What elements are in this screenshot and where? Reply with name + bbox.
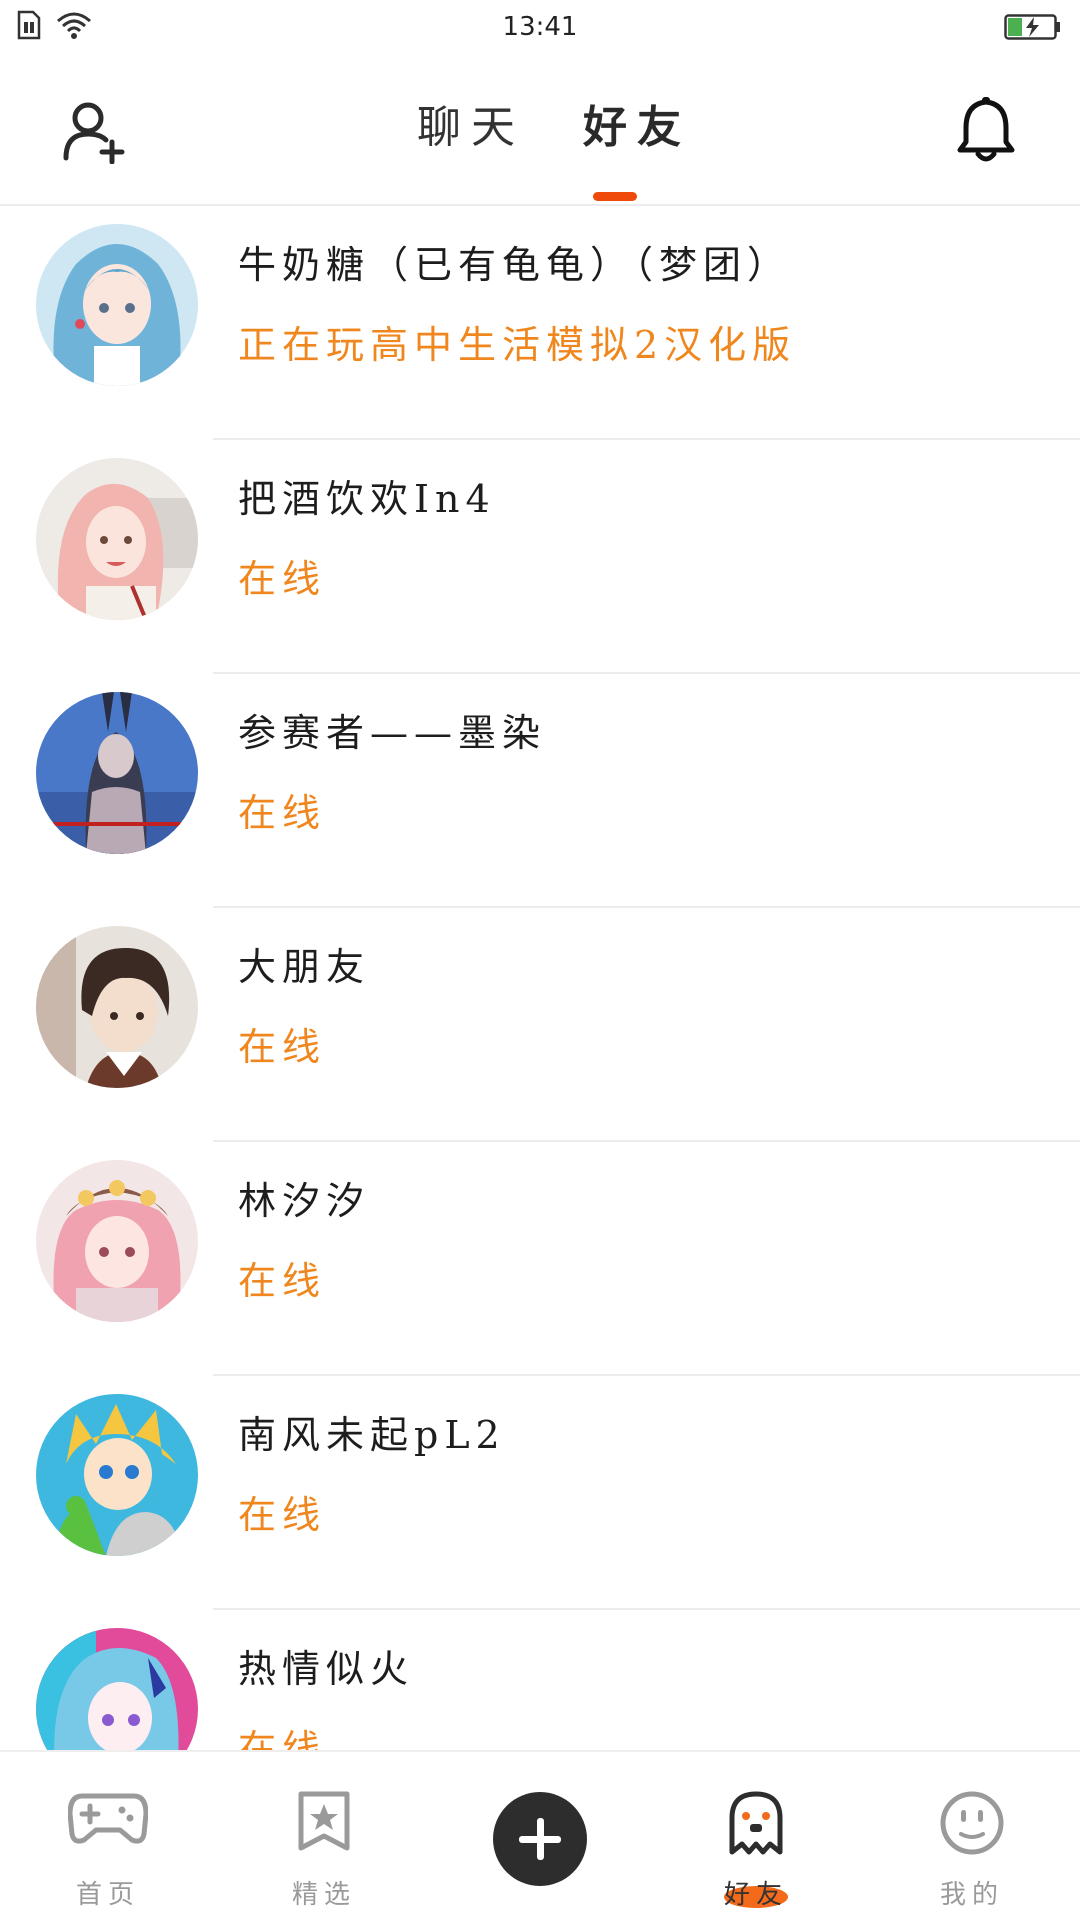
- friend-list-item[interactable]: 南风未起pL2 在线: [0, 1376, 1080, 1610]
- friend-list-item[interactable]: 把酒饮欢In4 在线: [0, 440, 1080, 674]
- nav-label: 我的: [939, 1880, 1004, 1910]
- nav-featured[interactable]: 精选: [244, 1752, 404, 1922]
- notifications-button[interactable]: [954, 96, 1018, 164]
- create-button[interactable]: [493, 1792, 587, 1886]
- nav-profile[interactable]: 我的: [892, 1752, 1052, 1922]
- friend-status: 在线: [238, 791, 327, 835]
- friend-name: 参赛者——墨染: [238, 711, 547, 755]
- nav-home[interactable]: 首页: [28, 1752, 188, 1922]
- status-time: 13:41: [502, 12, 578, 42]
- nav-friends[interactable]: 好友: [676, 1752, 836, 1922]
- ghost-icon: [726, 1790, 786, 1860]
- battery-charging-icon: [1004, 14, 1062, 40]
- friend-list-item[interactable]: 热情似火 在线: [0, 1610, 1080, 1750]
- friend-list[interactable]: 牛奶糖（已有龟龟）（梦团） 正在玩高中生活模拟2汉化版 把酒饮欢In4 在线 参…: [0, 206, 1080, 1750]
- smiley-face-icon: [939, 1790, 1005, 1860]
- gamepad-icon: [67, 1790, 149, 1850]
- tab-chat[interactable]: 聊天: [417, 98, 525, 168]
- friend-list-item[interactable]: 林汐汐 在线: [0, 1142, 1080, 1376]
- friend-name: 把酒饮欢In4: [238, 477, 496, 521]
- avatar[interactable]: [36, 692, 198, 854]
- nav-label: 首页: [75, 1880, 140, 1910]
- bottom-navigation: 首页 精选 好友 我的: [0, 1750, 1080, 1922]
- nav-label: 好友: [723, 1880, 788, 1910]
- header-tabs: 聊天 好友: [0, 98, 1080, 168]
- friend-status: 在线: [238, 557, 327, 601]
- top-header: 聊天 好友: [0, 60, 1080, 206]
- avatar[interactable]: [36, 224, 198, 386]
- friend-list-item[interactable]: 牛奶糖（已有龟龟）（梦团） 正在玩高中生活模拟2汉化版: [0, 206, 1080, 440]
- friend-name: 热情似火: [238, 1647, 415, 1691]
- star-bookmark-icon: [295, 1790, 353, 1856]
- friend-status: 在线: [238, 1025, 327, 1069]
- friend-name: 大朋友: [238, 945, 371, 989]
- avatar[interactable]: [36, 1394, 198, 1556]
- avatar[interactable]: [36, 1628, 198, 1750]
- avatar[interactable]: [36, 926, 198, 1088]
- friend-status: 在线: [238, 1727, 327, 1750]
- tab-friends[interactable]: 好友: [583, 98, 691, 168]
- friend-status: 正在玩高中生活模拟2汉化版: [238, 323, 797, 367]
- avatar[interactable]: [36, 458, 198, 620]
- avatar[interactable]: [36, 1160, 198, 1322]
- friend-name: 南风未起pL2: [238, 1413, 506, 1457]
- friend-status: 在线: [238, 1259, 327, 1303]
- friend-name: 林汐汐: [238, 1179, 371, 1223]
- friend-status: 在线: [238, 1493, 327, 1537]
- active-tab-indicator: [593, 192, 637, 201]
- friend-list-item[interactable]: 参赛者——墨染 在线: [0, 674, 1080, 908]
- bell-icon: [954, 97, 1018, 168]
- status-bar: 13:41: [0, 0, 1080, 60]
- friend-name: 牛奶糖（已有龟龟）（梦团）: [238, 243, 792, 287]
- nav-label: 精选: [291, 1880, 356, 1910]
- friend-list-item[interactable]: 大朋友 在线: [0, 908, 1080, 1142]
